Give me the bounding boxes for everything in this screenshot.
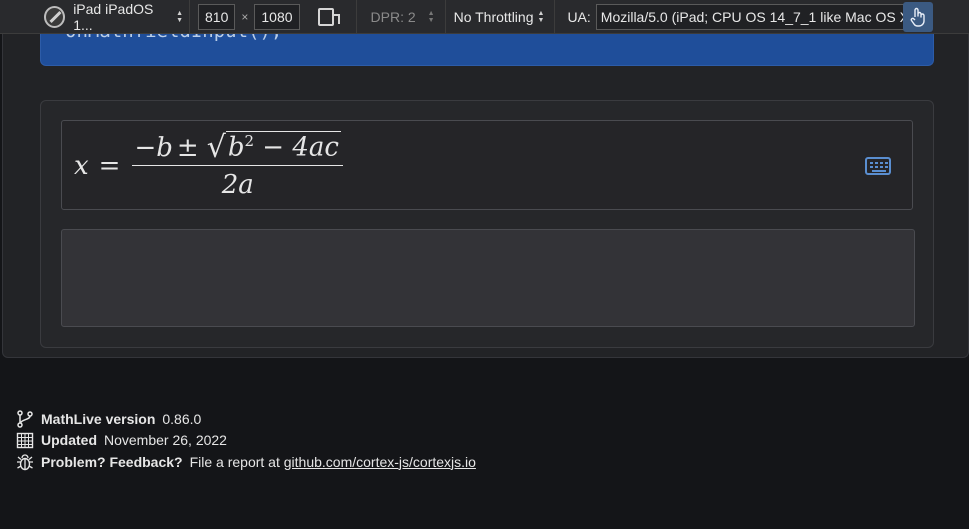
user-agent: UA: Mozilla/5.0 (iPad; CPU OS 14_7_1 lik… [555, 3, 922, 30]
output-area [61, 229, 915, 327]
updated-row: Updated November 26, 2022 [16, 430, 476, 452]
calendar-icon [16, 433, 34, 449]
feedback-label: Problem? Feedback? [41, 453, 183, 470]
equals-sign: = [98, 150, 121, 181]
numerator: −b ± √ b2 − 4ac [132, 131, 342, 165]
ua-input[interactable]: Mozilla/5.0 (iPad; CPU OS 14_7_1 like Ma… [595, 3, 922, 30]
version-label: MathLive version [41, 410, 156, 427]
version-value: 0.86.0 [162, 410, 202, 427]
dpr-label: DPR: 2 [370, 8, 416, 25]
dimensions: 810 × 1080 [190, 0, 356, 33]
touch-hand-icon [910, 7, 925, 27]
times-sign: × [241, 9, 249, 24]
square-root: √ b2 − 4ac [207, 131, 341, 163]
page-meta: MathLive version 0.86.0 Updated November… [16, 408, 476, 473]
radicand: b2 − 4ac [225, 131, 341, 163]
dpr-selector[interactable]: DPR: 2 ▲ ▼ [357, 9, 445, 25]
touch-toggle-button[interactable] [903, 2, 933, 32]
sqrt-sign: √ [206, 129, 226, 165]
width-input[interactable]: 810 [198, 3, 236, 30]
formula-lhs: x [74, 150, 89, 181]
radicand-b: b [227, 132, 245, 163]
fraction: −b ± √ b2 − 4ac 2a [132, 131, 343, 201]
keyboard-icon[interactable] [865, 157, 891, 175]
device-toolbar: iPad iPadOS 1... ▲ ▼ 810 × 1080 DPR: 2 ▲ ▼… [0, 0, 969, 34]
feedback-link[interactable]: github.com/cortex-js/cortexjs.io [284, 454, 476, 470]
math-field[interactable]: x = −b ± √ b2 − 4ac 2a [61, 120, 913, 210]
chevron-updown-icon: ▲ ▼ [176, 9, 183, 24]
radicand-rest: − 4ac [262, 132, 339, 163]
throttling-label: No Throttling [453, 8, 534, 25]
feedback-row: Problem? Feedback? File a report at gith… [16, 451, 476, 473]
compass-icon [44, 5, 66, 28]
code-snippet: onMathfieldInput(); [65, 34, 282, 42]
plus-minus: ± [176, 132, 199, 163]
formula: x = −b ± √ b2 − 4ac 2a [74, 131, 343, 200]
updated-value: November 26, 2022 [104, 432, 227, 449]
chevron-updown-icon: ▲ ▼ [537, 9, 545, 24]
feedback-text: File a report at [189, 453, 280, 470]
radicand-exponent: 2 [244, 132, 255, 150]
denominator: 2a [221, 170, 254, 201]
ua-label: UA: [567, 8, 591, 25]
numerator-minus-b: −b [134, 132, 173, 163]
chevron-updown-icon: ▲ ▼ [427, 9, 435, 24]
updated-label: Updated [41, 432, 97, 449]
git-branch-icon [17, 410, 33, 428]
version-row: MathLive version 0.86.0 [16, 408, 476, 430]
bug-icon [17, 454, 33, 470]
device-name: iPad iPadOS 1... [73, 0, 154, 33]
height-input[interactable]: 1080 [254, 3, 300, 30]
device-selector[interactable]: iPad iPadOS 1... ▲ ▼ [0, 0, 190, 33]
code-block: onMathfieldInput(); [40, 34, 934, 66]
rotate-icon[interactable] [317, 7, 340, 26]
throttling-selector[interactable]: No Throttling ▲ ▼ [446, 0, 556, 33]
